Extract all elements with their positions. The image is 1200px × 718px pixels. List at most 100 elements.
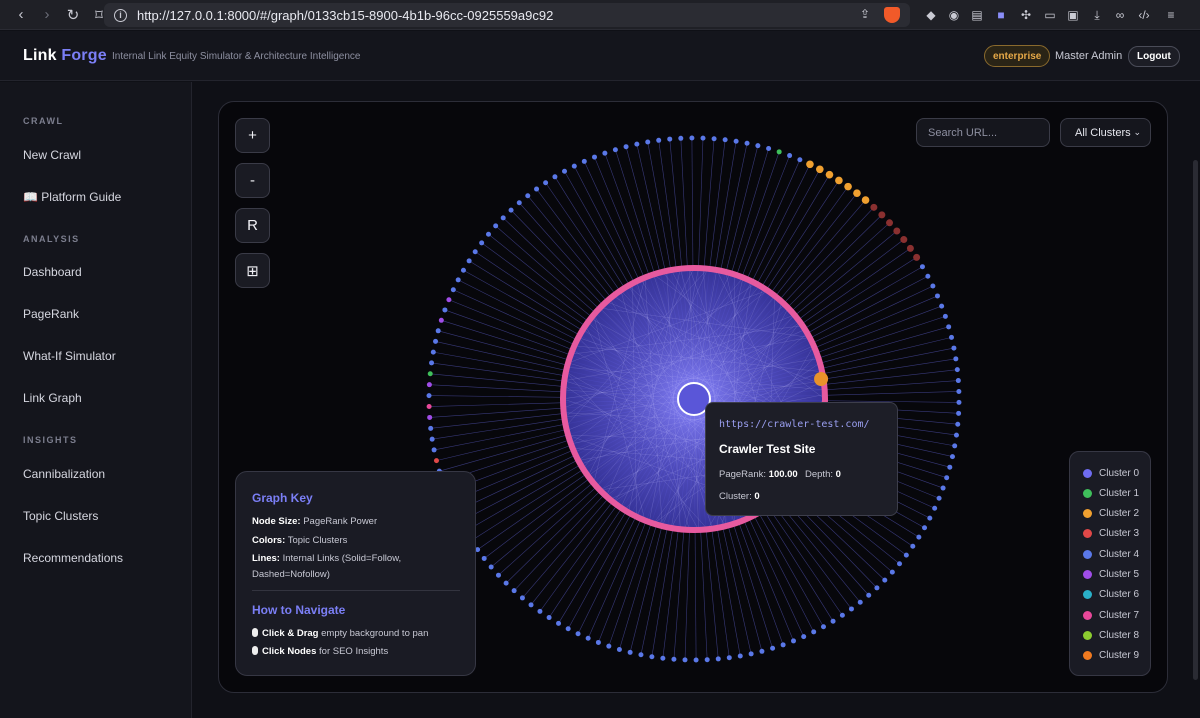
page-node[interactable] [889, 569, 895, 575]
page-node[interactable] [882, 577, 888, 583]
page-node[interactable] [479, 240, 485, 246]
page-node[interactable] [726, 655, 732, 661]
page-node[interactable] [934, 293, 940, 299]
page-node[interactable] [737, 653, 743, 659]
page-node[interactable] [900, 236, 908, 244]
page-node[interactable] [801, 634, 807, 640]
page-node[interactable] [956, 399, 962, 405]
page-node[interactable] [835, 176, 843, 185]
page-node[interactable] [426, 404, 432, 410]
page-node[interactable] [951, 345, 957, 351]
page-node[interactable] [770, 645, 776, 651]
page-node[interactable] [592, 154, 598, 160]
page-node[interactable] [616, 646, 622, 652]
page-node[interactable] [649, 654, 655, 660]
page-node[interactable] [546, 615, 552, 621]
page-node[interactable] [429, 436, 435, 442]
page-node[interactable] [500, 215, 506, 221]
page-node[interactable] [949, 454, 955, 460]
page-node[interactable] [733, 138, 739, 144]
page-node[interactable] [897, 561, 903, 567]
page-node[interactable] [438, 317, 444, 323]
page-node[interactable] [874, 585, 880, 591]
page-node[interactable] [910, 543, 916, 549]
page-node[interactable] [704, 657, 710, 663]
page-node[interactable] [952, 443, 958, 449]
menu-icon[interactable]: ≡ [1162, 6, 1180, 24]
page-node[interactable] [660, 655, 666, 661]
page-node[interactable] [956, 410, 962, 416]
search-url-input[interactable] [916, 118, 1050, 147]
page-node[interactable] [942, 313, 948, 319]
page-node[interactable] [678, 135, 684, 141]
code-icon[interactable]: ‹/› [1135, 6, 1153, 24]
page-node[interactable] [922, 525, 928, 531]
page-node[interactable] [953, 432, 959, 438]
sidebar-item-new-crawl[interactable]: New Crawl [23, 148, 81, 162]
page-node[interactable] [954, 367, 960, 373]
logout-button[interactable]: Logout [1128, 46, 1180, 67]
page-node[interactable] [428, 425, 434, 431]
page-node[interactable] [433, 338, 439, 344]
page-node[interactable] [700, 135, 706, 141]
page-node[interactable] [857, 599, 863, 605]
page-node[interactable] [426, 393, 432, 399]
fit-view-button[interactable]: ⊞ [235, 253, 270, 288]
page-node[interactable] [511, 588, 517, 594]
page-node[interactable] [495, 572, 501, 578]
reader-icon[interactable]: ▣ [1064, 6, 1082, 24]
page-node[interactable] [525, 193, 531, 199]
page-node[interactable] [916, 534, 922, 540]
d-extension-icon[interactable]: ■ [992, 6, 1010, 24]
page-node[interactable] [820, 624, 826, 630]
page-node[interactable] [925, 273, 931, 279]
page-node[interactable] [556, 620, 562, 626]
page-node[interactable] [853, 189, 861, 197]
page-node[interactable] [427, 414, 433, 420]
page-node[interactable] [528, 602, 534, 608]
puzzle-icon[interactable]: ✣ [1017, 6, 1035, 24]
page-node[interactable] [627, 649, 633, 655]
page-node[interactable] [493, 223, 499, 229]
wallet-icon[interactable]: ▭ [1041, 6, 1059, 24]
page-node[interactable] [450, 287, 456, 293]
page-node[interactable] [606, 643, 612, 649]
page-node[interactable] [866, 592, 872, 598]
brave-shield-icon[interactable] [884, 7, 900, 23]
page-node[interactable] [955, 421, 961, 427]
site-info-icon[interactable]: i [114, 8, 127, 22]
page-node[interactable] [516, 200, 522, 206]
page-node[interactable] [806, 160, 814, 169]
page-node[interactable] [645, 139, 651, 145]
page-node[interactable] [431, 447, 437, 453]
page-node[interactable] [748, 651, 754, 657]
page-node[interactable] [848, 606, 854, 612]
page-node[interactable] [870, 203, 878, 211]
page-node[interactable] [790, 638, 796, 644]
page-node[interactable] [485, 231, 491, 237]
forward-icon[interactable]: › [34, 4, 60, 26]
page-node[interactable] [472, 249, 478, 255]
sidebar-item-what-if-simulator[interactable]: What-If Simulator [23, 349, 116, 363]
page-node[interactable] [689, 135, 695, 141]
pdf-extension-icon[interactable]: ▤ [968, 6, 986, 24]
page-node[interactable] [776, 149, 782, 155]
url-text[interactable]: http://127.0.0.1:8000/#/graph/0133cb15-8… [137, 8, 553, 23]
page-node[interactable] [903, 552, 909, 558]
page-node[interactable] [780, 642, 786, 648]
page-node[interactable] [585, 635, 591, 641]
page-node[interactable] [953, 356, 959, 362]
address-bar[interactable]: i http://127.0.0.1:8000/#/graph/0133cb15… [104, 3, 910, 27]
page-node[interactable] [797, 157, 803, 163]
page-node[interactable] [671, 656, 677, 662]
page-node[interactable] [956, 388, 962, 394]
extension-icon[interactable]: ◉ [945, 6, 963, 24]
page-node[interactable] [503, 580, 509, 586]
page-node[interactable] [693, 657, 699, 663]
share-icon[interactable]: ⇪ [860, 7, 876, 23]
logo[interactable]: Link Forge [23, 47, 107, 65]
page-node[interactable] [575, 631, 581, 637]
page-node[interactable] [946, 324, 952, 330]
page-node[interactable] [446, 297, 452, 303]
sidebar-item-dashboard[interactable]: Dashboard [23, 265, 82, 279]
